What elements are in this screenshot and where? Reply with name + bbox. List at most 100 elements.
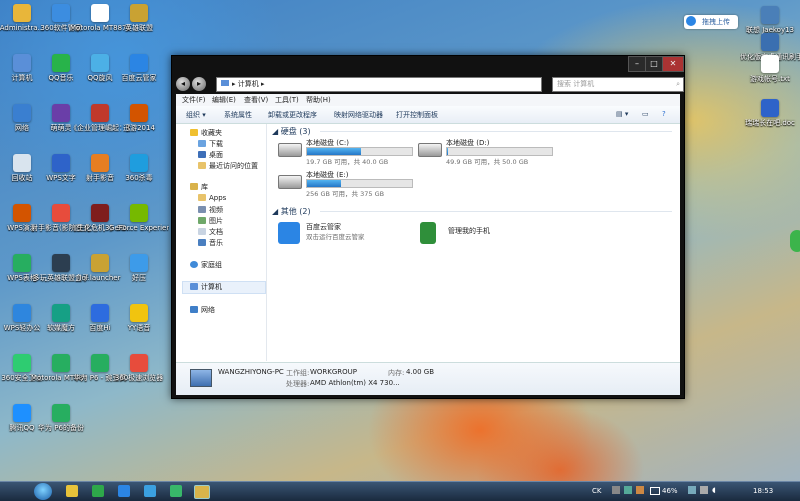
app-icon	[130, 4, 148, 22]
nav-homegroup[interactable]: 家庭组	[190, 260, 222, 270]
tray-icon[interactable]	[612, 486, 620, 494]
nav-desktop[interactable]: 桌面	[198, 150, 223, 160]
nav-pictures[interactable]: 图片	[198, 216, 223, 226]
star-icon	[190, 129, 198, 136]
open-control-panel-button[interactable]: 打开控制面板	[396, 110, 438, 120]
nav-desktop-label: 桌面	[209, 151, 223, 159]
other-group-header[interactable]: ◢ 其他 (2)	[272, 206, 311, 217]
taskbar-app-icon[interactable]	[118, 485, 130, 497]
desktop-icon[interactable]: GeForce Experience	[109, 204, 169, 233]
map-network-drive-button[interactable]: 映射网络驱动器	[334, 110, 383, 120]
nav-music[interactable]: 音乐	[198, 238, 223, 248]
tray-icon[interactable]	[624, 486, 632, 494]
collapse-icon: ◢	[272, 127, 281, 136]
desktop-icon[interactable]: 好压	[109, 254, 169, 283]
clock[interactable]: 18:53	[753, 487, 773, 495]
drag-upload-widget[interactable]: 拖拽上传	[684, 15, 738, 29]
desktop-icon[interactable]: 英雄联盟	[109, 4, 169, 33]
drive-c-usage-bar	[306, 147, 413, 156]
nav-apps-label: Apps	[209, 194, 227, 202]
nav-documents[interactable]: 文档	[198, 227, 223, 237]
nav-pictures-label: 图片	[209, 217, 223, 225]
close-button[interactable]: ✕	[662, 56, 684, 72]
group-divider	[320, 211, 672, 212]
baidu-cloud-item[interactable]: 百度云管家 双击运行百度云管家	[278, 220, 418, 248]
nav-music-label: 音乐	[209, 239, 223, 247]
drive-icon	[418, 143, 442, 157]
nav-download[interactable]: 下载	[198, 139, 223, 149]
app-icon	[91, 104, 109, 122]
app-icon	[130, 354, 148, 372]
desktop-icon[interactable]: 360极速浏览器	[109, 354, 169, 383]
menu-edit[interactable]: 编辑(E)	[212, 95, 236, 105]
menu-tools[interactable]: 工具(T)	[275, 95, 299, 105]
taskbar-explorer-icon[interactable]	[194, 485, 210, 499]
desktop-icon[interactable]: 百度云管家	[109, 54, 169, 83]
preview-pane-icon[interactable]: ▭	[642, 110, 649, 118]
nav-favorites[interactable]: 收藏夹	[190, 128, 222, 138]
app-icon	[130, 54, 148, 72]
taskbar-app-icon[interactable]	[92, 485, 104, 497]
baidu-cloud-sub: 双击运行百度云管家	[306, 233, 365, 241]
help-icon[interactable]: ?	[662, 110, 666, 118]
drive-c-usage-fill	[307, 148, 361, 155]
taskbar-app-icon[interactable]	[66, 485, 78, 497]
app-icon	[52, 254, 70, 272]
phone-icon	[420, 222, 436, 244]
minimize-button[interactable]: –	[628, 56, 646, 72]
nav-video[interactable]: 视频	[198, 205, 223, 215]
desktop-icon[interactable]: YY语音	[109, 304, 169, 333]
desktop-icon[interactable]: 游戏帐号.txt	[740, 55, 800, 84]
tray-icon[interactable]	[688, 486, 696, 494]
window-caption: – □ ✕	[172, 56, 684, 74]
pc-name: WANGZHIYONG-PC	[218, 368, 284, 376]
manage-phone-item[interactable]: 管理我的手机	[420, 220, 560, 248]
desktop-icon[interactable]: 联想 Jaekoy13	[740, 6, 800, 35]
nav-computer[interactable]: 计算机	[190, 282, 222, 292]
nav-library[interactable]: 库	[190, 182, 208, 192]
app-icon	[52, 204, 70, 222]
tray-icon[interactable]	[636, 486, 644, 494]
nav-recent[interactable]: 最近访问的位置	[198, 161, 258, 171]
taskbar-app-icon[interactable]	[170, 485, 182, 497]
app-icon	[91, 54, 109, 72]
drive-e-info: 256 GB 可用，共 375 GB	[306, 190, 385, 198]
desktop-icon[interactable]: 360杀毒	[109, 154, 169, 183]
back-icon[interactable]: ◂	[176, 77, 190, 91]
battery-icon[interactable]	[650, 487, 660, 495]
volume-icon[interactable]: ◖	[712, 486, 716, 494]
desktop-icon[interactable]: 华为 P6的备份	[31, 404, 91, 433]
ime-indicator[interactable]: CK	[592, 487, 601, 495]
side-tab-icon[interactable]	[790, 230, 800, 252]
drive-e-usage-bar	[306, 179, 413, 188]
uninstall-program-button[interactable]: 卸载或更改程序	[268, 110, 317, 120]
homegroup-icon	[190, 261, 198, 268]
nav-homegroup-label: 家庭组	[201, 261, 222, 269]
drive-d[interactable]: 本地磁盘 (D:) 49.9 GB 可用，共 50.0 GB	[418, 138, 558, 166]
desktop-icon[interactable]: 瑞瑞长在吧.doc	[740, 99, 800, 128]
maximize-button[interactable]: □	[645, 56, 663, 72]
view-options-icon[interactable]: ▤ ▾	[616, 110, 628, 118]
nav-apps[interactable]: Apps	[198, 194, 226, 202]
battery-percent: 46%	[662, 487, 678, 495]
forward-icon[interactable]: ▸	[192, 77, 206, 91]
desktop-icon[interactable]: 迅游2014	[109, 104, 169, 133]
organize-button[interactable]: 组织 ▾	[186, 110, 206, 120]
drive-e[interactable]: 本地磁盘 (E:) 256 GB 可用，共 375 GB	[278, 170, 418, 198]
apps-folder-icon	[198, 194, 206, 201]
documents-icon	[198, 228, 206, 235]
menu-help[interactable]: 帮助(H)	[306, 95, 331, 105]
address-field[interactable]: ▸ 计算机 ▸	[216, 77, 542, 92]
menu-view[interactable]: 查看(V)	[244, 95, 268, 105]
app-icon	[52, 354, 70, 372]
app-icon	[13, 154, 31, 172]
system-properties-button[interactable]: 系统属性	[224, 110, 252, 120]
tray-icon[interactable]	[700, 486, 708, 494]
start-button[interactable]	[34, 483, 52, 500]
menu-file[interactable]: 文件(F)	[182, 95, 206, 105]
taskbar-app-icon[interactable]	[144, 485, 156, 497]
search-input[interactable]: 搜索 计算机 ⌕	[552, 77, 684, 92]
nav-network[interactable]: 网络	[190, 305, 215, 315]
drive-c[interactable]: 本地磁盘 (C:) 19.7 GB 可用，共 40.0 GB	[278, 138, 418, 166]
hard-disk-group-header[interactable]: ◢ 硬盘 (3)	[272, 126, 311, 137]
